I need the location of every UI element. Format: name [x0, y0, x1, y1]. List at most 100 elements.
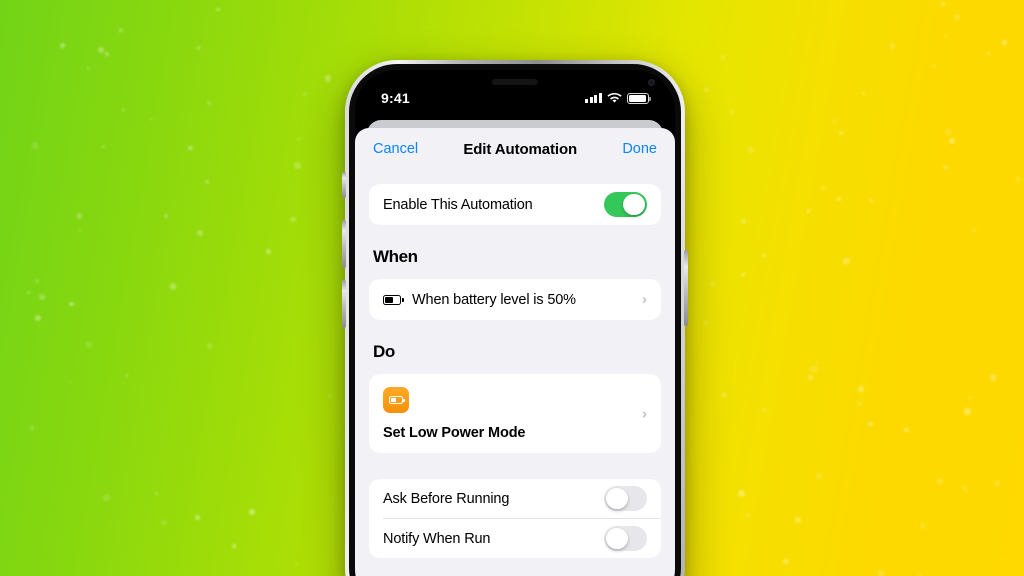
background-dot: [857, 401, 862, 406]
background-dot: [741, 218, 747, 225]
background-dot: [196, 46, 201, 50]
background-dot: [710, 281, 716, 288]
background-dot: [704, 320, 708, 325]
toggle-knob: [623, 193, 646, 216]
do-section-title: Do: [373, 342, 395, 361]
background-dot: [87, 67, 90, 70]
background-dot: [170, 283, 177, 290]
background-dot: [207, 101, 211, 106]
background-dot: [325, 75, 332, 82]
background-dot: [125, 374, 129, 377]
phone-screen: 9:41 Cancel Edit Automation Done Enable …: [355, 70, 675, 576]
mute-switch-button[interactable]: [342, 172, 346, 198]
background-dot: [34, 278, 40, 284]
background-dot: [1016, 177, 1020, 181]
iphone-mockup: 9:41 Cancel Edit Automation Done Enable …: [342, 60, 688, 576]
background-dot: [904, 427, 909, 433]
background-dot: [868, 421, 873, 427]
background-dot: [207, 343, 213, 349]
background-dot: [27, 291, 31, 295]
when-card: When battery level is 50% ›: [369, 279, 661, 320]
background-dot: [740, 272, 745, 277]
background-dot: [944, 34, 948, 38]
background-dot: [719, 54, 725, 60]
background-dot: [68, 380, 72, 384]
navigation-bar: Cancel Edit Automation Done: [355, 128, 675, 170]
background-dot: [944, 128, 952, 136]
background-dot: [68, 301, 74, 307]
notify-when-run-row[interactable]: Notify When Run: [369, 519, 661, 558]
wifi-icon: [607, 92, 622, 103]
battery-icon: [383, 294, 404, 305]
options-card: Ask Before Running Notify When Run: [369, 479, 661, 558]
background-dot: [949, 138, 956, 145]
background-dot: [32, 142, 39, 149]
background-dot: [747, 146, 754, 154]
background-dot: [97, 47, 104, 54]
enable-automation-row[interactable]: Enable This Automation: [369, 184, 661, 225]
background-dot: [820, 185, 825, 190]
background-dot: [836, 196, 841, 201]
background-dot: [85, 341, 93, 348]
background-dot: [1004, 551, 1007, 554]
low-power-mode-icon: [383, 387, 409, 413]
ask-before-running-toggle[interactable]: [604, 485, 647, 512]
enable-automation-toggle[interactable]: [604, 191, 647, 218]
earpiece-speaker-icon: [492, 79, 538, 85]
background-dot: [290, 216, 296, 223]
done-button[interactable]: Done: [622, 141, 657, 157]
ask-before-running-label: Ask Before Running: [383, 490, 510, 507]
background-dot: [296, 562, 299, 566]
background-dot: [794, 516, 801, 524]
background-dot: [195, 515, 200, 521]
background-dot: [869, 199, 873, 203]
background-dot: [738, 490, 746, 498]
background-dot: [962, 485, 968, 490]
volume-up-button[interactable]: [342, 220, 346, 268]
page-title: Edit Automation: [463, 140, 578, 158]
trigger-label: When battery level is 50%: [412, 291, 576, 308]
background-dot: [721, 392, 726, 397]
enable-automation-label: Enable This Automation: [383, 196, 533, 213]
toggle-knob: [605, 487, 628, 510]
background-dot: [806, 209, 811, 213]
background-dot: [933, 64, 936, 68]
background-dot: [39, 294, 45, 300]
action-card[interactable]: Set Low Power Mode ›: [369, 374, 661, 453]
ask-before-running-row[interactable]: Ask Before Running: [369, 479, 661, 518]
toggle-knob: [605, 527, 628, 550]
background-dot: [965, 490, 969, 494]
cancel-button[interactable]: Cancel: [373, 141, 418, 157]
background-dot: [989, 374, 997, 381]
background-dot: [832, 119, 837, 123]
battery-icon: [627, 92, 651, 104]
background-dot: [1001, 39, 1007, 45]
background-dot: [816, 473, 822, 479]
background-dot: [266, 248, 272, 254]
chevron-right-icon: ›: [642, 405, 647, 422]
background-dot: [118, 27, 124, 33]
trigger-row[interactable]: When battery level is 50% ›: [369, 279, 661, 320]
background-dot: [102, 145, 106, 148]
background-dot: [940, 1, 946, 7]
background-dot: [188, 145, 193, 151]
background-dot: [815, 361, 819, 365]
background-dot: [878, 570, 884, 576]
background-dot: [972, 228, 976, 232]
background-dot: [328, 393, 332, 397]
background-dot: [59, 42, 66, 48]
background-dot: [943, 164, 948, 170]
background-dot: [762, 253, 766, 258]
front-camera-icon: [648, 79, 655, 86]
background-dot: [196, 230, 203, 237]
background-dot: [30, 425, 35, 430]
power-button[interactable]: [684, 250, 688, 326]
when-section-title: When: [373, 247, 418, 266]
status-bar-time: 9:41: [381, 90, 410, 106]
background-dot: [740, 22, 743, 25]
volume-down-button[interactable]: [342, 280, 346, 328]
background-dot: [205, 180, 210, 185]
background-dot: [105, 52, 110, 57]
notify-when-run-toggle[interactable]: [604, 525, 647, 552]
background-dot: [232, 544, 237, 549]
